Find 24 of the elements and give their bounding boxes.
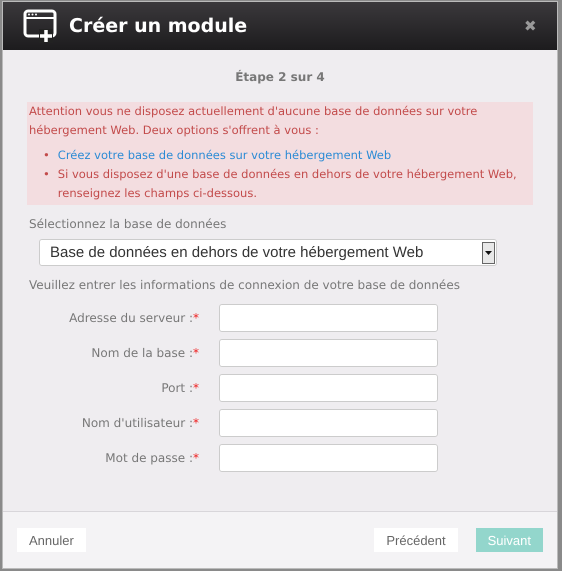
field-label: Mot de passe :* xyxy=(104,451,199,465)
input-field[interactable] xyxy=(219,409,438,437)
previous-button[interactable]: Précédent xyxy=(374,528,458,552)
database-select[interactable]: Base de données en dehors de votre hébergement Web xyxy=(39,239,497,266)
close-button[interactable]: ✖ xyxy=(524,17,537,35)
field-label: Adresse du serveur :* xyxy=(68,311,199,325)
step-indicator: Étape 2 sur 4 xyxy=(234,70,326,84)
input-field[interactable] xyxy=(219,374,438,402)
input-field[interactable] xyxy=(219,339,438,367)
window-title: Créer un module xyxy=(69,15,248,37)
bullet: • xyxy=(43,147,50,164)
window-add-icon xyxy=(23,9,57,43)
input-field[interactable] xyxy=(219,444,438,472)
connection-instructions: Veuillez entrer les informations de connexion de votre base de données xyxy=(29,278,461,292)
field-label: Port :* xyxy=(160,381,199,395)
option-text: Si vous disposez d'une base de données en dehors de votre hébergement Web, renseignez les champs ci-dessous. xyxy=(58,166,518,202)
bullet: • xyxy=(43,166,50,183)
field-label: Nom d'utilisateur :* xyxy=(80,416,199,430)
warning-text: Attention vous ne disposez actuellement d'aucune base de données sur votre hébergement Web. Deux options s'offrent à vous : xyxy=(29,104,478,137)
input-field[interactable] xyxy=(219,304,438,332)
field-label: Nom de la base :* xyxy=(90,346,199,360)
caret-icon xyxy=(482,242,495,264)
select-label: Sélectionnez la base de données xyxy=(29,217,228,231)
cancel-button[interactable]: Annuler xyxy=(17,528,86,552)
